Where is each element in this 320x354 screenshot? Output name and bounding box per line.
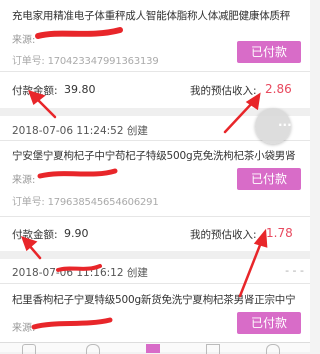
- order-number: 179638545654606291: [47, 197, 159, 208]
- paid-status-button[interactable]: 已付款: [237, 168, 301, 190]
- more-dots-icon: ···: [278, 118, 292, 132]
- amount-label: 付款金额:: [12, 85, 58, 97]
- income-value: 1.78: [266, 226, 293, 240]
- more-icon[interactable]: - - -: [285, 264, 304, 277]
- income-label: 我的预估收入:: [190, 85, 257, 97]
- order-number: 170423347991363139: [47, 56, 159, 67]
- home-icon[interactable]: [22, 344, 36, 354]
- category-icon[interactable]: [86, 344, 100, 354]
- source-label: 来源:: [12, 323, 36, 334]
- amount-value: 39.80: [64, 83, 96, 96]
- amount-value: 9.90: [64, 227, 89, 240]
- source-label: 来源:: [12, 175, 36, 186]
- source-label: 来源:: [12, 35, 36, 46]
- product-title[interactable]: 杞里香枸杞子宁夏特级500g新货免洗宁夏枸杞茶男肾正宗中宁: [12, 292, 308, 307]
- created-label: 创建: [126, 267, 148, 279]
- floating-more-button[interactable]: ···: [255, 108, 292, 144]
- order-created-datetime: 2018-07-06 11:24:52 创建: [12, 125, 148, 137]
- order-created-datetime: 2018-07-06 11:16:12 创建: [12, 267, 148, 279]
- product-title[interactable]: 充电家用精准电子体重秤成人智能体脂称人体减肥健康体质秤: [12, 8, 308, 23]
- order-number-label: 订单号: 179638545654606291: [12, 197, 159, 208]
- paid-status-button[interactable]: 已付款: [237, 41, 301, 63]
- created-label: 创建: [126, 125, 148, 137]
- product-title[interactable]: 宁安堡宁夏枸杞子中宁苟杞子特级500g克免洗枸杞茶小袋男肾: [12, 148, 308, 163]
- order-number-label: 订单号: 170423347991363139: [12, 56, 159, 67]
- amount-label: 付款金额:: [12, 229, 58, 241]
- paid-status-button[interactable]: 已付款: [237, 312, 301, 334]
- income-label: 我的预估收入:: [190, 229, 257, 241]
- income-value: 2.86: [265, 82, 292, 96]
- message-icon[interactable]: [206, 344, 220, 354]
- order-icon[interactable]: [146, 344, 160, 353]
- settings-icon[interactable]: [266, 344, 280, 354]
